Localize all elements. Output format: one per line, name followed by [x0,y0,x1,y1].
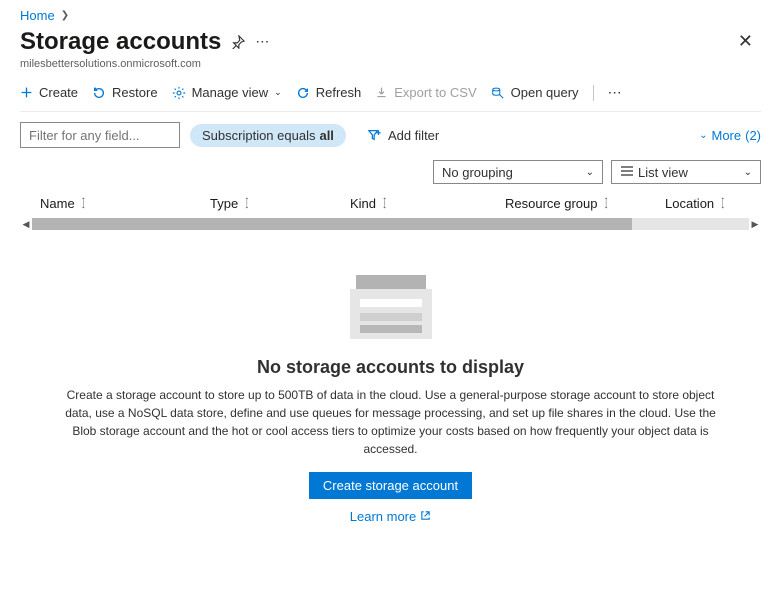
column-kind-label: Kind [350,196,376,211]
toolbar-separator [593,85,594,101]
restore-button[interactable]: Restore [92,85,158,100]
create-button[interactable]: Create [20,85,78,100]
empty-state: No storage accounts to display Create a … [20,271,761,524]
add-filter-label: Add filter [388,128,439,143]
column-location-label: Location [665,196,714,211]
query-icon [491,86,505,100]
restore-label: Restore [112,85,158,100]
column-name-label: Name [40,196,75,211]
filter-plus-icon [368,128,382,142]
scroll-track[interactable] [32,218,749,230]
export-csv-label: Export to CSV [394,85,476,100]
view-mode-select[interactable]: List view ⌄ [611,160,761,184]
list-view-icon [620,165,634,180]
refresh-label: Refresh [316,85,362,100]
scroll-right-icon[interactable]: ▶ [749,219,761,230]
more-label: More [711,128,741,143]
restore-icon [92,86,106,100]
add-filter-button[interactable]: Add filter [356,124,451,147]
open-query-button[interactable]: Open query [491,85,579,100]
learn-more-label: Learn more [350,509,416,524]
open-query-label: Open query [511,85,579,100]
filter-bar: Subscription equals all Add filter ⌄ Mor… [20,122,761,148]
filter-input[interactable] [20,122,180,148]
column-resource-group[interactable]: Resource group ↑↓ [505,196,665,211]
grouping-value: No grouping [442,165,513,180]
table-header: Name ↑↓ Type ↑↓ Kind ↑↓ Resource group ↑… [20,196,761,217]
subscription-pill-value: all [319,128,333,143]
external-link-icon [420,509,431,524]
toolbar-overflow-icon[interactable]: ⋯ [608,84,622,101]
column-type-label: Type [210,196,238,211]
sort-icon: ↑↓ [81,197,86,210]
more-filters-link[interactable]: ⌄ More (2) [699,128,761,143]
chevron-down-icon: ⌄ [274,87,282,98]
manage-view-button[interactable]: Manage view ⌄ [172,85,282,100]
subscription-filter-pill[interactable]: Subscription equals all [190,124,346,147]
column-kind[interactable]: Kind ↑↓ [350,196,505,211]
page-title: Storage accounts [20,28,221,56]
column-type[interactable]: Type ↑↓ [210,196,350,211]
create-storage-account-button[interactable]: Create storage account [309,472,472,499]
chevron-right-icon: ❯ [61,10,69,21]
export-csv-button: Export to CSV [375,85,476,100]
scroll-left-icon[interactable]: ◀ [20,219,32,230]
download-icon [375,86,388,99]
more-menu-icon[interactable]: ⋯ [255,33,269,50]
breadcrumb-home[interactable]: Home [20,8,55,23]
column-name[interactable]: Name ↑↓ [20,196,210,211]
empty-illustration-icon [346,271,436,343]
breadcrumb: Home ❯ [20,8,761,23]
view-controls: No grouping ⌄ List view ⌄ [20,160,761,184]
column-location[interactable]: Location ↑↓ [665,196,755,211]
horizontal-scrollbar[interactable]: ◀ ▶ [20,217,761,231]
create-label: Create [39,85,78,100]
tenant-label: milesbettersolutions.onmicrosoft.com [20,58,761,70]
sort-icon: ↑↓ [382,197,387,210]
learn-more-link[interactable]: Learn more [350,509,431,524]
sort-icon: ↑↓ [604,197,609,210]
toolbar: Create Restore Manage view ⌄ Refresh Exp… [20,84,761,112]
column-rg-label: Resource group [505,196,598,211]
close-icon[interactable]: ✕ [730,27,761,56]
gear-icon [172,86,186,100]
refresh-icon [296,86,310,100]
chevron-down-icon: ⌄ [699,130,707,141]
empty-body: Create a storage account to store up to … [60,386,721,458]
chevron-down-icon: ⌄ [586,167,594,178]
subscription-pill-prefix: Subscription equals [202,128,315,143]
more-count: (2) [745,128,761,143]
chevron-down-icon: ⌄ [744,167,752,178]
pin-icon[interactable] [231,35,245,49]
empty-heading: No storage accounts to display [257,357,524,378]
scroll-thumb[interactable] [32,218,632,230]
view-mode-value: List view [638,165,688,180]
manage-view-label: Manage view [192,85,269,100]
sort-icon: ↑↓ [244,197,249,210]
refresh-button[interactable]: Refresh [296,85,362,100]
sort-icon: ↑↓ [720,197,725,210]
grouping-select[interactable]: No grouping ⌄ [433,160,603,184]
plus-icon [20,86,33,99]
